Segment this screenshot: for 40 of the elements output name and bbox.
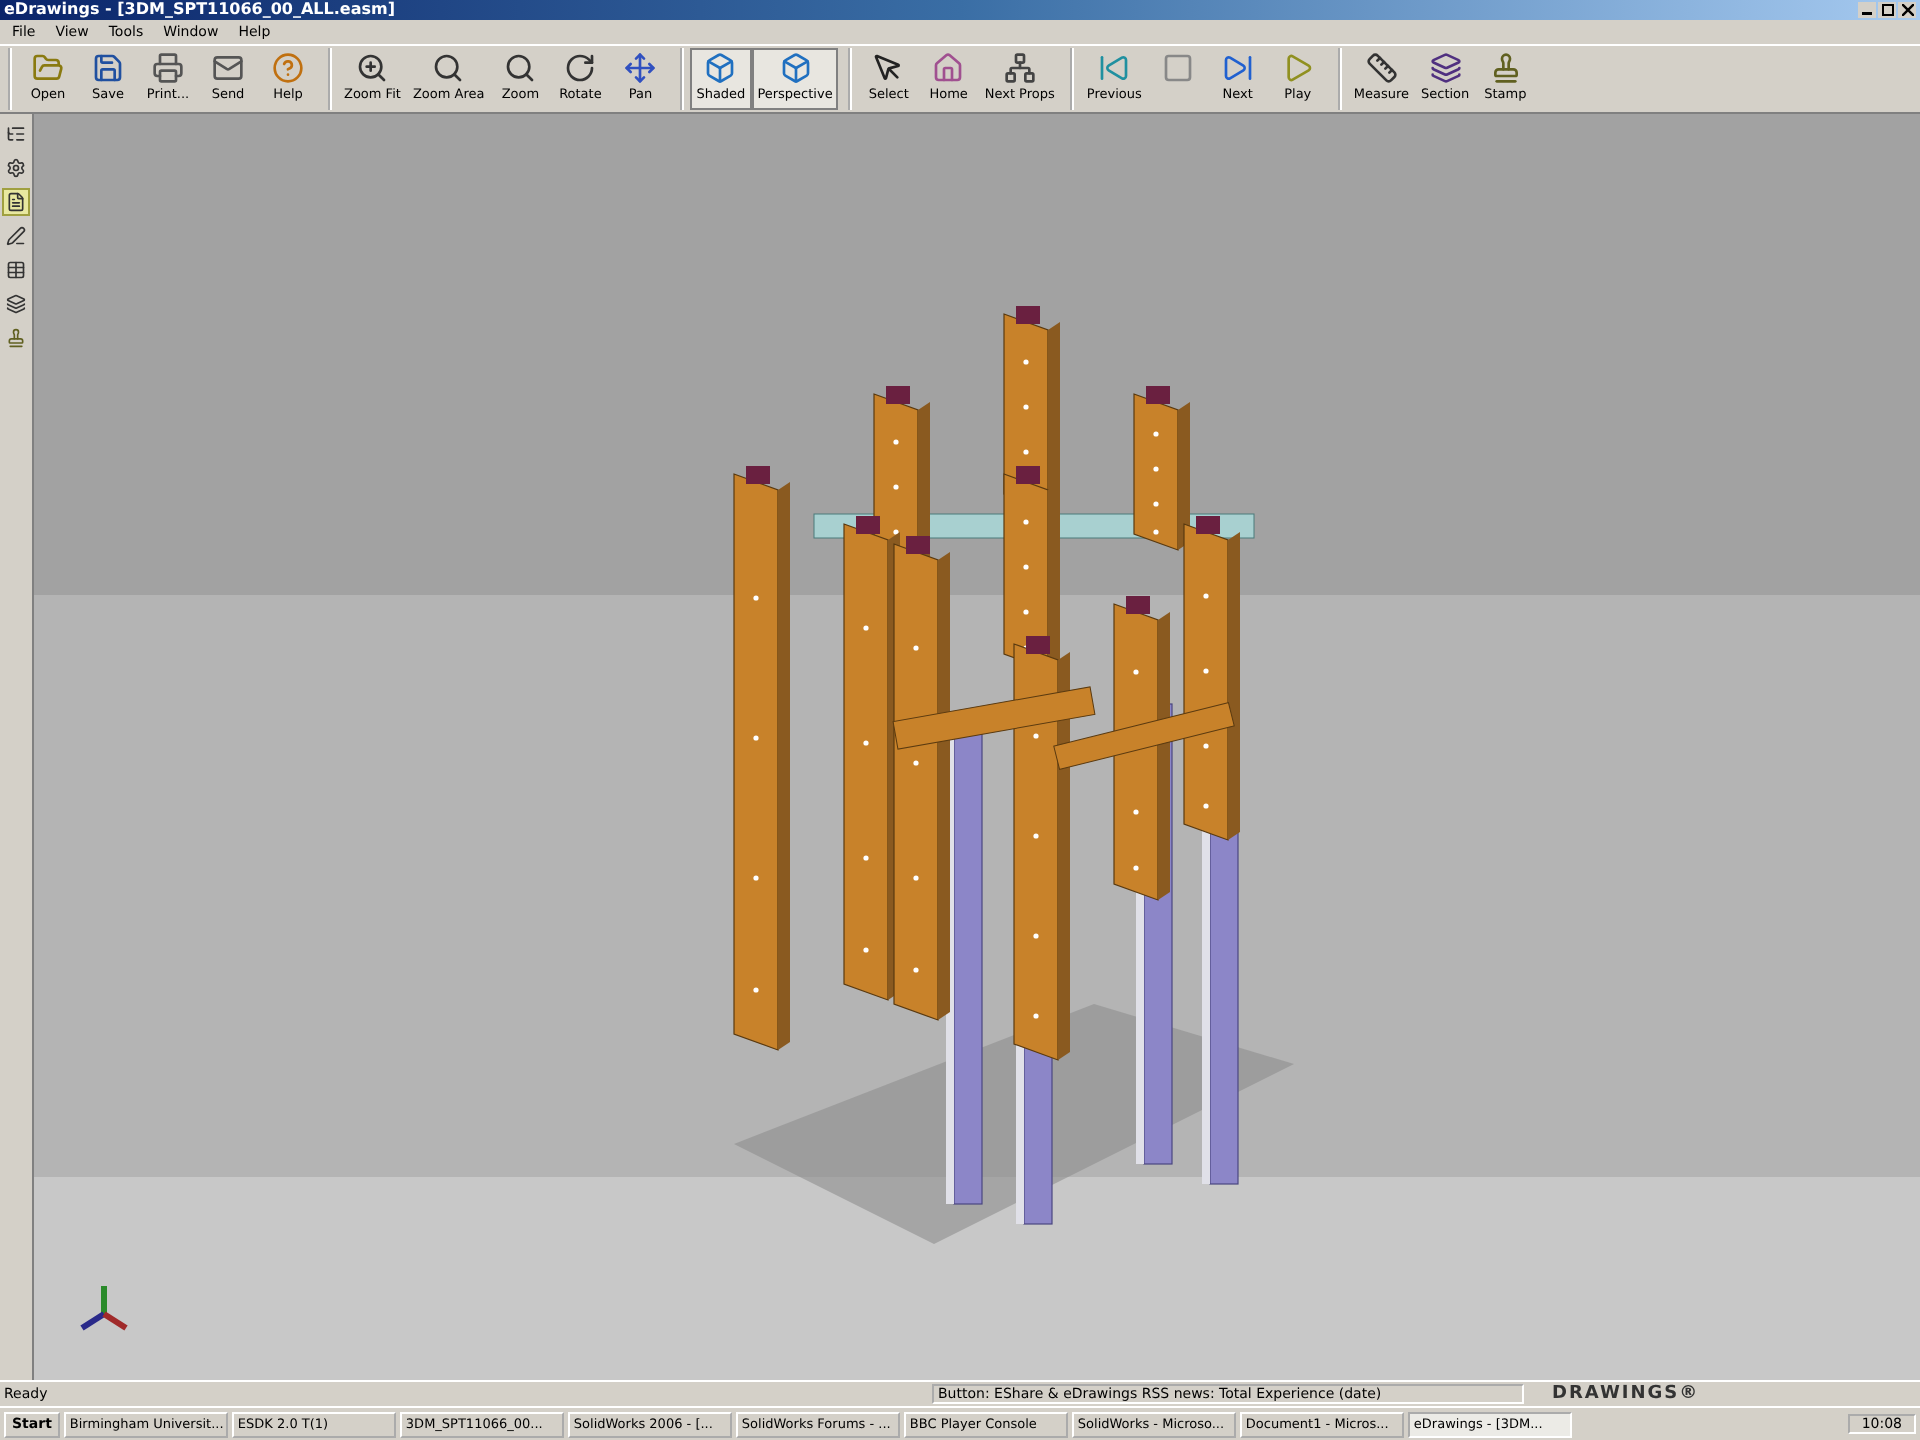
magnifier-icon	[504, 52, 537, 84]
cube-icon	[779, 52, 812, 84]
minimize-button[interactable]	[1858, 2, 1876, 18]
cube-icon	[704, 52, 737, 84]
close-icon	[1901, 4, 1913, 16]
skip-back-icon	[1098, 52, 1131, 84]
side-tool-button[interactable]	[2, 290, 30, 318]
rotate-icon	[564, 52, 597, 84]
table-icon	[6, 260, 26, 280]
maximize-icon	[1881, 4, 1893, 16]
ruler-icon	[1365, 52, 1398, 84]
network-icon	[1003, 52, 1036, 84]
play-icon	[1281, 52, 1314, 84]
folder-icon	[32, 52, 64, 84]
window-title: eDrawings - [3DM_SPT11066_00_ALL.easm]	[4, 0, 395, 20]
home-icon	[932, 52, 965, 84]
cursor-icon	[872, 52, 905, 84]
maximize-button[interactable]	[1878, 2, 1896, 18]
layers-icon	[6, 294, 26, 314]
skip-forward-icon	[1221, 52, 1254, 84]
stop-icon	[1161, 52, 1194, 84]
edrawings-logo: DRAWINGS®	[1552, 1384, 1700, 1404]
stamp-icon	[1489, 52, 1522, 84]
pen-icon	[6, 226, 26, 246]
move-arrows-icon	[624, 52, 657, 84]
layers-icon	[1429, 52, 1462, 84]
side-tool-button[interactable]	[2, 256, 30, 284]
stamp-icon	[6, 328, 26, 348]
side-tool-button[interactable]	[2, 154, 30, 182]
close-button[interactable]	[1898, 2, 1916, 18]
tree-icon	[6, 124, 26, 144]
printer-icon	[152, 52, 184, 84]
envelope-icon	[212, 52, 244, 84]
document-icon	[6, 192, 26, 212]
side-tool-button[interactable]	[2, 222, 30, 250]
side-tool-button[interactable]	[2, 188, 30, 216]
zoom-in-icon	[356, 52, 389, 84]
gear-icon	[6, 158, 26, 178]
help-icon	[272, 52, 304, 84]
magnifier-icon	[432, 52, 465, 84]
